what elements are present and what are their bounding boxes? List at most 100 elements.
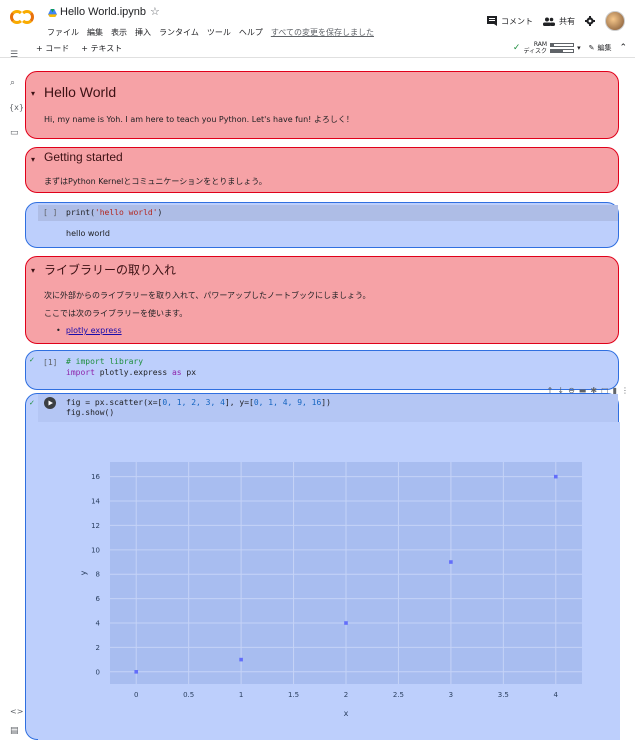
notebook-title[interactable]: Hello World.ipynb (60, 6, 146, 18)
check-icon: ✓ (512, 43, 521, 53)
markdown-cell-hello[interactable]: ▾ Hello World Hi, my name is Yoh. I am h… (25, 71, 619, 139)
menu-runtime[interactable]: ランタイム (159, 27, 199, 38)
avatar[interactable] (605, 11, 625, 31)
add-text-button[interactable]: + テキスト (81, 43, 122, 54)
code-number: 0, 1, 2, 3, 4 (162, 398, 225, 407)
colab-logo[interactable] (10, 9, 34, 25)
executed-check-icon: ✓ (29, 399, 35, 407)
x-tick-label: 3.5 (498, 691, 509, 699)
code-token: px (181, 368, 197, 377)
comment-label: コメント (501, 16, 533, 26)
chevron-down-icon[interactable]: ▾ (577, 44, 581, 52)
disk-bar (550, 49, 575, 53)
more-icon[interactable]: ⋮ (621, 386, 629, 395)
y-tick-label: 4 (96, 620, 101, 628)
menu-file[interactable]: ファイル (47, 27, 79, 38)
collapse-caret-icon[interactable]: ▾ (31, 155, 35, 164)
code-cell-print[interactable]: [ ] print('hello world') hello world (25, 202, 619, 248)
header: Hello World.ipynb ☆ ファイル 編集 表示 挿入 ランタイム … (0, 0, 635, 40)
notebook-toolbar: + コード + テキスト ✓ RAM ディスク ▾ ✎ 編集 ⌃ (0, 40, 635, 58)
cell-output: hello world (66, 229, 110, 238)
x-tick-label: 2.5 (393, 691, 404, 699)
data-point (239, 657, 243, 662)
markdown-cell-getting-started[interactable]: ▾ Getting started まずはPython Kernelとコミュニケ… (25, 147, 619, 193)
resource-monitor[interactable]: ✓ RAM ディスク ▾ (513, 41, 581, 55)
bullet: • (56, 326, 66, 335)
run-cell-button[interactable] (44, 397, 56, 409)
share-button[interactable]: 共有 (543, 16, 575, 27)
people-icon (543, 17, 555, 26)
add-code-button[interactable]: + コード (36, 43, 69, 54)
save-status[interactable]: すべての変更を保存しました (271, 27, 374, 38)
executed-check-icon: ✓ (29, 356, 35, 364)
x-tick-label: 2 (344, 691, 348, 699)
x-axis-title: x (344, 709, 349, 718)
exec-count[interactable]: [1] (43, 358, 57, 367)
ram-bar (550, 43, 575, 47)
y-tick-label: 14 (91, 498, 100, 506)
menu-insert[interactable]: 挿入 (135, 27, 151, 38)
plot-output: 0 0.5 1 1.5 2 2.5 3 3.5 4 0 2 4 6 8 10 12 14 16 x y (38, 422, 620, 740)
code-token: fig = px.scatter(x=[ (66, 398, 163, 407)
star-icon[interactable]: ☆ (150, 5, 160, 18)
menu-view[interactable]: 表示 (111, 27, 127, 38)
variables-icon[interactable]: {x} (9, 103, 24, 112)
edit-label: 編集 (597, 44, 612, 52)
markdown-cell-library[interactable]: ▾ ライブラリーの取り入れ 次に外部からのライブラリーを取り入れて、パワーアップ… (25, 256, 619, 344)
heading-getting-started: Getting started (44, 150, 123, 164)
menu-help[interactable]: ヘルプ (239, 27, 263, 38)
folder-icon[interactable]: ▭ (10, 128, 19, 138)
code-number: 0, 1, 4, 9, 16 (253, 398, 322, 407)
y-tick-label: 12 (91, 522, 100, 530)
gear-icon[interactable] (585, 16, 595, 26)
terminal-icon[interactable]: ▤ (10, 726, 19, 736)
data-point (134, 670, 139, 674)
search-icon[interactable]: ⌕ (10, 78, 15, 88)
code-line[interactable]: fig = px.scatter(x=[0, 1, 2, 3, 4], y=[0… (66, 398, 331, 407)
code-string: 'hello world' (94, 208, 158, 217)
paragraph-getting-started: まずはPython Kernelとコミュニケーションをとりましょう。 (44, 177, 267, 186)
drive-icon (48, 9, 57, 17)
ram-label: RAM (533, 41, 548, 48)
paragraph-hello: Hi, my name is Yoh. I am here to teach y… (44, 115, 354, 124)
edit-button[interactable]: ✎ 編集 (589, 43, 612, 53)
y-tick-label: 8 (96, 571, 100, 579)
comment-icon (487, 16, 497, 26)
code-cell-import[interactable]: ✓ [1] # import library import plotly.exp… (25, 350, 619, 390)
share-label: 共有 (559, 16, 575, 26)
code-line[interactable]: print('hello world') (66, 208, 162, 217)
list-item: • plotly express (56, 326, 122, 335)
x-tick-label: 0.5 (183, 691, 194, 699)
menu-tools[interactable]: ツール (207, 27, 231, 38)
menu-bar: ファイル 編集 表示 挿入 ランタイム ツール ヘルプ すべての変更を保存しまし… (47, 27, 382, 38)
collapse-caret-icon[interactable]: ▾ (31, 89, 35, 98)
plotly-express-link[interactable]: plotly express (66, 326, 122, 335)
code-keyword: import (66, 368, 95, 377)
chevron-up-icon[interactable]: ⌃ (619, 43, 627, 53)
x-tick-label: 3 (449, 691, 453, 699)
code-line[interactable]: fig.show() (66, 408, 114, 417)
y-tick-label: 6 (96, 595, 101, 603)
code-comment[interactable]: # import library (66, 357, 143, 366)
y-tick-label: 2 (96, 644, 100, 652)
menu-edit[interactable]: 編集 (87, 27, 103, 38)
code-keyword: as (171, 368, 182, 377)
code-snippets-icon[interactable]: <> (10, 707, 23, 716)
collapse-caret-icon[interactable]: ▾ (31, 266, 35, 275)
scatter-chart[interactable]: 0 0.5 1 1.5 2 2.5 3 3.5 4 0 2 4 6 8 10 12 14 16 x y (38, 422, 620, 740)
heading-library: ライブラリーの取り入れ (44, 263, 177, 277)
code-line[interactable]: import plotly.express as px (66, 368, 196, 377)
code-token: ) (157, 208, 163, 217)
data-point (553, 474, 558, 479)
y-tick-label: 16 (91, 473, 100, 481)
heading-hello: Hello World (44, 84, 117, 100)
comment-button[interactable]: コメント (487, 16, 533, 27)
code-token: print( (66, 208, 95, 217)
toc-icon[interactable]: ☰ (10, 50, 18, 60)
pencil-icon: ✎ (588, 44, 595, 52)
run-cell-button[interactable]: [ ] (43, 208, 57, 217)
header-actions: コメント 共有 (487, 11, 625, 31)
data-point (344, 621, 348, 625)
code-token: plotly.express (94, 368, 172, 377)
code-token: ], y=[ (224, 398, 254, 407)
